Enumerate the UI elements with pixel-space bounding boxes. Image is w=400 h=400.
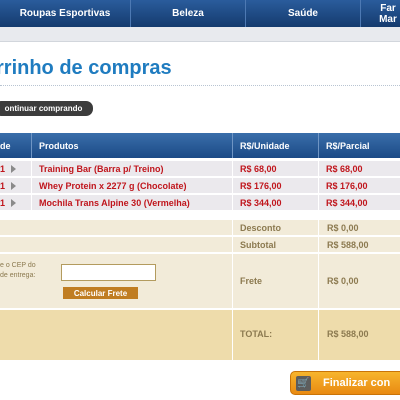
partial-price: R$ 344,00 xyxy=(318,195,400,211)
discount-label: Desconto xyxy=(240,223,282,233)
unit-price: R$ 344,00 xyxy=(232,195,318,211)
column-divider xyxy=(318,310,319,360)
finish-purchase-label: Finalizar con xyxy=(323,377,391,389)
product-name[interactable]: Training Bar (Barra p/ Treino) xyxy=(31,161,232,177)
increase-arrow-icon[interactable] xyxy=(11,165,16,173)
shopping-cart-icon: 🛒 xyxy=(296,376,311,391)
partial-price: R$ 176,00 xyxy=(318,178,400,194)
increase-arrow-icon[interactable] xyxy=(11,199,16,207)
quantity-value: 1 xyxy=(0,181,6,191)
continue-shopping-button[interactable]: ontinuar comprando xyxy=(0,101,93,116)
sub-header-strip xyxy=(0,27,400,42)
column-divider xyxy=(318,237,319,252)
product-name[interactable]: Mochila Trans Alpine 30 (Vermelha) xyxy=(31,195,232,211)
finish-purchase-button[interactable]: 🛒 Finalizar con xyxy=(290,371,400,395)
nav-item-roupas-esportivas[interactable]: Roupas Esportivas xyxy=(0,0,130,27)
calculate-freight-button[interactable]: Calcular Frete xyxy=(63,287,138,299)
title-divider xyxy=(0,85,400,86)
partial-price: R$ 68,00 xyxy=(318,161,400,177)
freight-value: R$ 0,00 xyxy=(327,276,359,286)
freight-row: Frete R$ 0,00 xyxy=(0,254,400,309)
discount-row: Desconto R$ 0,00 xyxy=(0,220,400,236)
unit-price: R$ 176,00 xyxy=(232,178,318,194)
cep-input[interactable] xyxy=(61,264,156,281)
table-row: 1 Mochila Trans Alpine 30 (Vermelha) R$ … xyxy=(0,195,400,211)
total-row: TOTAL: R$ 588,00 xyxy=(0,310,400,360)
quantity-control[interactable]: 1 xyxy=(0,195,31,211)
quantity-value: 1 xyxy=(0,164,6,174)
table-row: 1 Training Bar (Barra p/ Treino) R$ 68,0… xyxy=(0,161,400,177)
nav-item-partial-line1: Far xyxy=(380,2,396,14)
column-divider xyxy=(232,254,233,308)
subtotal-value: R$ 588,00 xyxy=(327,240,369,250)
cep-label-line1: e o CEP do xyxy=(0,262,36,269)
top-navigation: Roupas Esportivas Beleza Saúde Far Mar xyxy=(0,0,400,27)
column-divider xyxy=(232,310,233,360)
quantity-value: 1 xyxy=(0,198,6,208)
header-products: Produtos xyxy=(31,133,232,158)
nav-item-beleza[interactable]: Beleza xyxy=(130,0,245,27)
column-divider xyxy=(232,220,233,235)
nav-item-saude[interactable]: Saúde xyxy=(245,0,360,27)
quantity-control[interactable]: 1 xyxy=(0,178,31,194)
cep-label-line2: de entrega: xyxy=(0,272,36,279)
unit-price: R$ 68,00 xyxy=(232,161,318,177)
product-name[interactable]: Whey Protein x 2277 g (Chocolate) xyxy=(31,178,232,194)
total-label: TOTAL: xyxy=(240,329,273,339)
quantity-control[interactable]: 1 xyxy=(0,161,31,177)
increase-arrow-icon[interactable] xyxy=(11,182,16,190)
nav-item-partial[interactable]: Far Mar xyxy=(360,0,400,27)
discount-value: R$ 0,00 xyxy=(327,223,359,233)
header-unit-price: R$/Unidade xyxy=(232,133,318,158)
column-divider xyxy=(232,237,233,252)
table-row: 1 Whey Protein x 2277 g (Chocolate) R$ 1… xyxy=(0,178,400,194)
freight-label: Frete xyxy=(240,276,263,286)
header-quantity: de xyxy=(0,140,11,151)
subtotal-row: Subtotal R$ 588,00 xyxy=(0,237,400,253)
cep-label: e o CEP do de entrega: xyxy=(0,261,36,281)
subtotal-label: Subtotal xyxy=(240,240,276,250)
nav-item-partial-line2: Mar xyxy=(379,13,397,25)
cart-table-header: de Produtos R$/Unidade R$/Parcial xyxy=(0,133,400,158)
page-title: rrinho de compras xyxy=(0,57,172,79)
total-value: R$ 588,00 xyxy=(327,329,369,339)
column-divider xyxy=(318,254,319,308)
column-divider xyxy=(318,220,319,235)
header-partial-price: R$/Parcial xyxy=(318,133,400,158)
